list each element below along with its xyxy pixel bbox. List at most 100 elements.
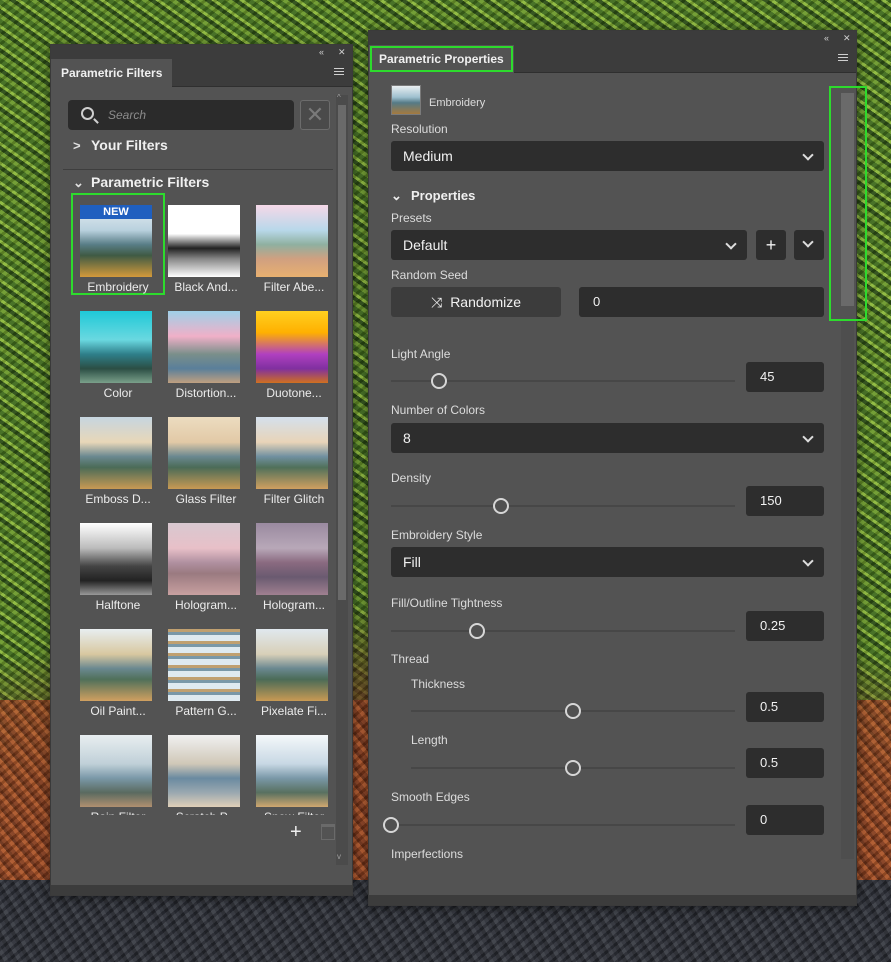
filter-tile[interactable]: NEW Embroidery — [71, 193, 165, 295]
filter-tile[interactable]: Filter Glitch — [247, 405, 341, 507]
filter-tile[interactable]: Duotone... — [247, 299, 341, 401]
filter-thumbnail — [80, 523, 152, 595]
filter-tile-label: Duotone... — [266, 386, 322, 400]
filter-tile-label: Oil Paint... — [90, 704, 146, 718]
slider-knob[interactable] — [493, 498, 510, 514]
thread-label: Thread — [391, 652, 430, 666]
your-filters-label: Your Filters — [91, 137, 168, 153]
add-preset-button[interactable]: + — [756, 230, 786, 260]
scrollbar-thumb[interactable] — [338, 105, 346, 600]
random-seed-input[interactable]: 0 — [579, 287, 824, 317]
filter-tile[interactable]: Emboss D... — [71, 405, 165, 507]
filters-scrollbar[interactable]: ^ v — [336, 93, 348, 865]
panel-menu-icon[interactable] — [838, 54, 848, 63]
properties-header[interactable]: ⌄ Properties — [391, 188, 475, 204]
chevron-right-icon: > — [73, 138, 81, 153]
search-placeholder: Search — [108, 108, 147, 122]
filter-tile[interactable]: Distortion... — [159, 299, 253, 401]
clear-search-button[interactable]: ✕ — [300, 100, 330, 130]
filter-thumbnail — [168, 523, 240, 595]
filter-thumbnail — [80, 417, 152, 489]
thickness-slider[interactable] — [411, 703, 735, 719]
filter-tile-label: Halftone — [95, 598, 141, 612]
scrollbar-thumb[interactable] — [841, 93, 854, 306]
properties-scrollbar[interactable] — [829, 86, 867, 321]
randomize-label: Randomize — [450, 294, 522, 310]
filter-grid: NEW Embroidery Black And... Filter Abe... Co… — [71, 193, 341, 815]
filter-thumbnail — [80, 735, 152, 807]
filter-thumbnail — [256, 735, 328, 807]
length-input[interactable]: 0.5 — [746, 748, 824, 778]
preset-menu-button[interactable] — [794, 230, 824, 260]
section-divider — [63, 169, 333, 170]
filter-tile[interactable]: Color — [71, 299, 165, 401]
length-slider[interactable] — [411, 760, 735, 776]
trash-icon[interactable] — [321, 824, 335, 840]
smooth-edges-label: Smooth Edges — [391, 790, 470, 804]
filter-tile[interactable]: Scratch P... — [159, 723, 253, 815]
density-slider[interactable] — [391, 498, 735, 514]
presets-dropdown[interactable]: Default — [391, 230, 747, 260]
filter-name: Embroidery — [429, 97, 486, 109]
collapse-icon[interactable]: « — [824, 31, 829, 45]
filter-tile[interactable]: Glass Filter — [159, 405, 253, 507]
slider-knob[interactable] — [431, 373, 448, 389]
fill-outline-tightness-slider[interactable] — [391, 623, 735, 639]
filter-tile[interactable]: Oil Paint... — [71, 617, 165, 719]
panel-resize-bar[interactable] — [369, 895, 856, 905]
smooth-edges-slider[interactable] — [383, 817, 735, 833]
filter-thumbnail — [256, 629, 328, 701]
tab-parametric-filters[interactable]: Parametric Filters — [51, 59, 173, 87]
filter-tile[interactable]: Pixelate Fi... — [247, 617, 341, 719]
slider-knob[interactable] — [565, 760, 581, 776]
scroll-up-icon[interactable]: ^ — [337, 93, 341, 102]
your-filters-header[interactable]: > Your Filters — [73, 137, 168, 153]
close-icon[interactable]: ✕ — [338, 45, 346, 59]
number-of-colors-dropdown[interactable]: 8 — [391, 423, 824, 453]
density-input[interactable]: 150 — [746, 486, 824, 516]
fill-outline-tightness-input[interactable]: 0.25 — [746, 611, 824, 641]
number-of-colors-label: Number of Colors — [391, 403, 486, 417]
resolution-dropdown[interactable]: Medium — [391, 141, 824, 171]
slider-knob[interactable] — [565, 703, 581, 719]
presets-label: Presets — [391, 211, 432, 225]
scroll-down-icon[interactable]: v — [337, 852, 341, 861]
thickness-input[interactable]: 0.5 — [746, 692, 824, 722]
filter-tile[interactable]: Rain Filter — [71, 723, 165, 815]
filter-tile-label: Emboss D... — [85, 492, 151, 506]
filter-tile[interactable]: Hologram... — [159, 511, 253, 613]
filter-tile[interactable]: Pattern G... — [159, 617, 253, 719]
number-of-colors-value: 8 — [403, 430, 411, 446]
filter-tile[interactable]: Black And... — [159, 193, 253, 295]
filter-tile[interactable]: Snow Filter — [247, 723, 341, 815]
collapse-icon[interactable]: « — [319, 45, 324, 59]
add-filter-button[interactable]: + — [290, 821, 302, 844]
filter-tile[interactable]: Halftone — [71, 511, 165, 613]
panel-resize-bar[interactable] — [51, 885, 352, 895]
search-input[interactable]: Search — [68, 100, 294, 130]
filter-tile[interactable]: Hologram... — [247, 511, 341, 613]
embroidery-style-dropdown[interactable]: Fill — [391, 547, 824, 577]
chevron-down-icon: ⌄ — [73, 175, 84, 190]
close-icon[interactable]: ✕ — [843, 31, 851, 45]
properties-scroll-track[interactable] — [841, 321, 854, 859]
chevron-down-icon — [802, 555, 814, 567]
filter-tile-label: Pixelate Fi... — [260, 704, 328, 718]
filter-tile[interactable]: Filter Abe... — [247, 193, 341, 295]
slider-knob[interactable] — [469, 623, 485, 639]
filter-thumbnail — [80, 629, 152, 701]
slider-knob[interactable] — [383, 817, 399, 833]
filter-thumbnail — [256, 311, 328, 383]
light-angle-slider[interactable] — [391, 373, 735, 389]
light-angle-input[interactable]: 45 — [746, 362, 824, 392]
randomize-button[interactable]: ⤨ Randomize — [391, 287, 561, 317]
search-icon — [81, 107, 94, 120]
light-angle-label: Light Angle — [391, 347, 451, 361]
parametric-properties-panel: « ✕ Parametric Properties Embroidery Res… — [368, 30, 867, 906]
imperfections-label: Imperfections — [391, 847, 464, 861]
thickness-label: Thickness — [411, 677, 466, 691]
parametric-filters-header[interactable]: ⌄ Parametric Filters — [73, 174, 209, 191]
tab-parametric-properties[interactable]: Parametric Properties — [369, 45, 514, 73]
smooth-edges-input[interactable]: 0 — [746, 805, 824, 835]
panel-menu-icon[interactable] — [334, 68, 344, 77]
